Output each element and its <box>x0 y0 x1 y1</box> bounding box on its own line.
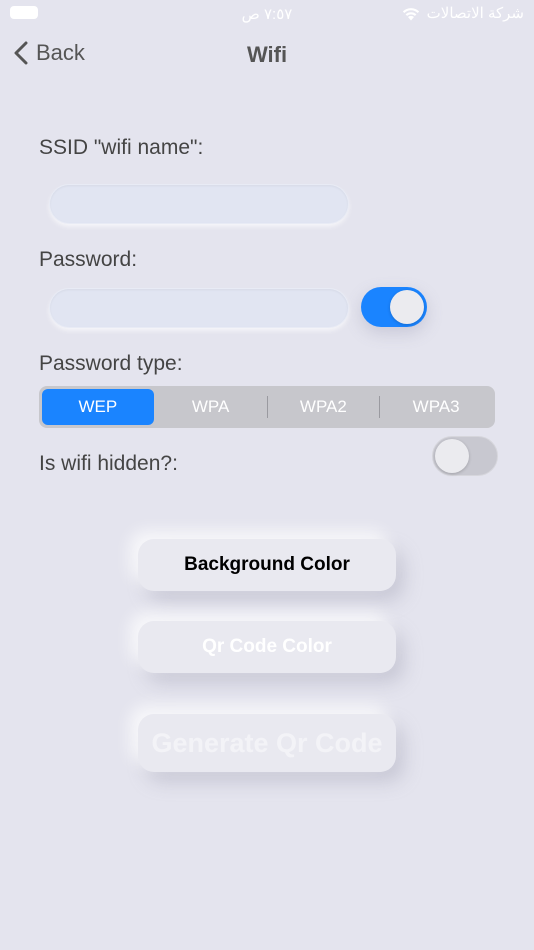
segment-wep[interactable]: WEP <box>42 389 154 425</box>
toggle-knob <box>390 290 424 324</box>
password-input[interactable] <box>50 289 348 327</box>
ssid-input[interactable] <box>50 185 348 223</box>
background-color-button[interactable]: Background Color <box>138 539 396 591</box>
wifi-hidden-label: Is wifi hidden?: <box>39 452 178 475</box>
page-title: Wifi <box>246 42 288 67</box>
status-right: شركة الاتصالات <box>401 4 524 22</box>
segment-wpa3[interactable]: WPA3 <box>380 389 492 425</box>
password-type-label: Password type: <box>39 352 183 375</box>
carrier-name: شركة الاتصالات <box>426 5 524 22</box>
wifi-hidden-toggle[interactable] <box>432 436 498 476</box>
qr-code-color-button[interactable]: Qr Code Color <box>138 621 396 673</box>
generate-qr-code-button[interactable]: Generate Qr Code <box>138 714 396 772</box>
password-type-segmented-control: WEP WPA WPA2 WPA3 <box>39 386 495 428</box>
password-label: Password: <box>39 248 138 271</box>
segment-wpa2[interactable]: WPA2 <box>268 389 380 425</box>
toggle-knob <box>435 439 469 473</box>
segment-wpa[interactable]: WPA <box>155 389 267 425</box>
wifi-signal-icon <box>401 6 421 21</box>
password-visibility-toggle[interactable] <box>361 287 427 327</box>
status-bar: ٧:٥٧ ص شركة الاتصالات <box>0 0 534 28</box>
nav-bar: Back Wifi <box>0 32 534 76</box>
ssid-label: SSID "wifi name": <box>39 136 204 159</box>
